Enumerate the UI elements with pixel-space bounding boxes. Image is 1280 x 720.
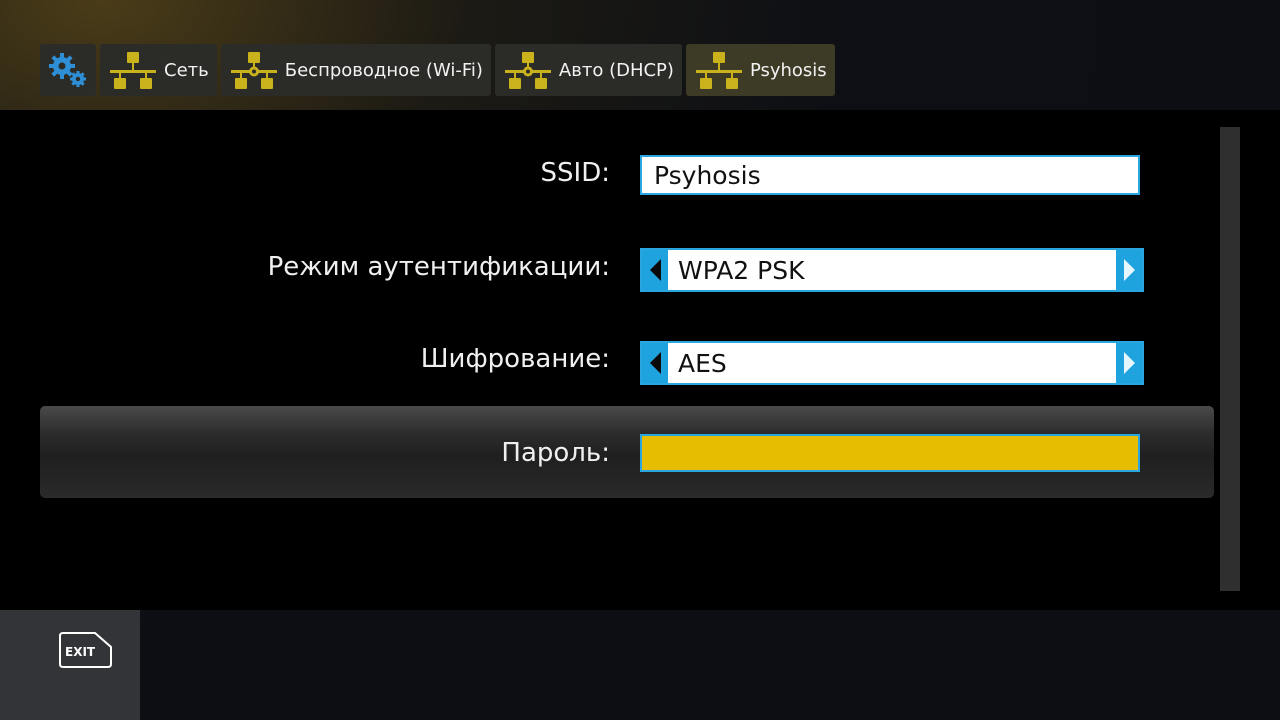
exit-label: EXIT <box>65 645 96 659</box>
scrollbar[interactable] <box>1220 127 1240 591</box>
gears-icon <box>49 53 86 87</box>
encryption-value: AES <box>678 348 727 378</box>
crumb-psyhosis-label: Psyhosis <box>749 59 827 81</box>
network-gear-icon <box>230 52 277 89</box>
ssid-field[interactable]: Psyhosis <box>640 155 1140 195</box>
auth-mode-selector[interactable]: WPA2 PSK <box>640 248 1144 292</box>
network-gear-icon <box>504 52 551 89</box>
encryption-selector[interactable]: AES <box>640 341 1144 385</box>
auth-mode-value: WPA2 PSK <box>678 255 805 285</box>
arrow-right-icon <box>1123 352 1135 374</box>
crumb-dhcp[interactable]: Авто (DHCP) <box>494 44 682 96</box>
ssid-label: SSID: <box>540 158 610 188</box>
network-icon <box>110 52 156 89</box>
crumb-dhcp-label: Авто (DHCP) <box>558 59 674 81</box>
breadcrumb: Сеть Беспроводное (Wi-Fi) Авто (DHCP) Ps… <box>40 44 835 96</box>
password-label: Пароль: <box>501 438 610 468</box>
crumb-settings[interactable] <box>40 44 96 96</box>
password-field[interactable] <box>640 434 1140 472</box>
encryption-prev-button[interactable] <box>642 343 668 383</box>
arrow-right-icon <box>1123 259 1135 281</box>
crumb-network-label: Сеть <box>164 59 209 81</box>
crumb-wireless-label: Беспроводное (Wi-Fi) <box>284 59 483 81</box>
crumb-wireless[interactable]: Беспроводное (Wi-Fi) <box>220 44 491 96</box>
exit-button[interactable]: EXIT <box>59 631 113 669</box>
network-icon <box>695 52 742 89</box>
auth-mode-prev-button[interactable] <box>642 250 668 290</box>
encryption-next-button[interactable] <box>1116 343 1142 383</box>
crumb-psyhosis[interactable]: Psyhosis <box>685 44 835 96</box>
settings-panel: SSID: Psyhosis Режим аутентификации: WPA… <box>0 110 1280 610</box>
auth-mode-next-button[interactable] <box>1116 250 1142 290</box>
crumb-network[interactable]: Сеть <box>100 44 217 96</box>
arrow-left-icon <box>649 259 661 281</box>
encryption-label: Шифрование: <box>420 344 610 374</box>
auth-mode-label: Режим аутентификации: <box>267 252 610 282</box>
arrow-left-icon <box>649 352 661 374</box>
